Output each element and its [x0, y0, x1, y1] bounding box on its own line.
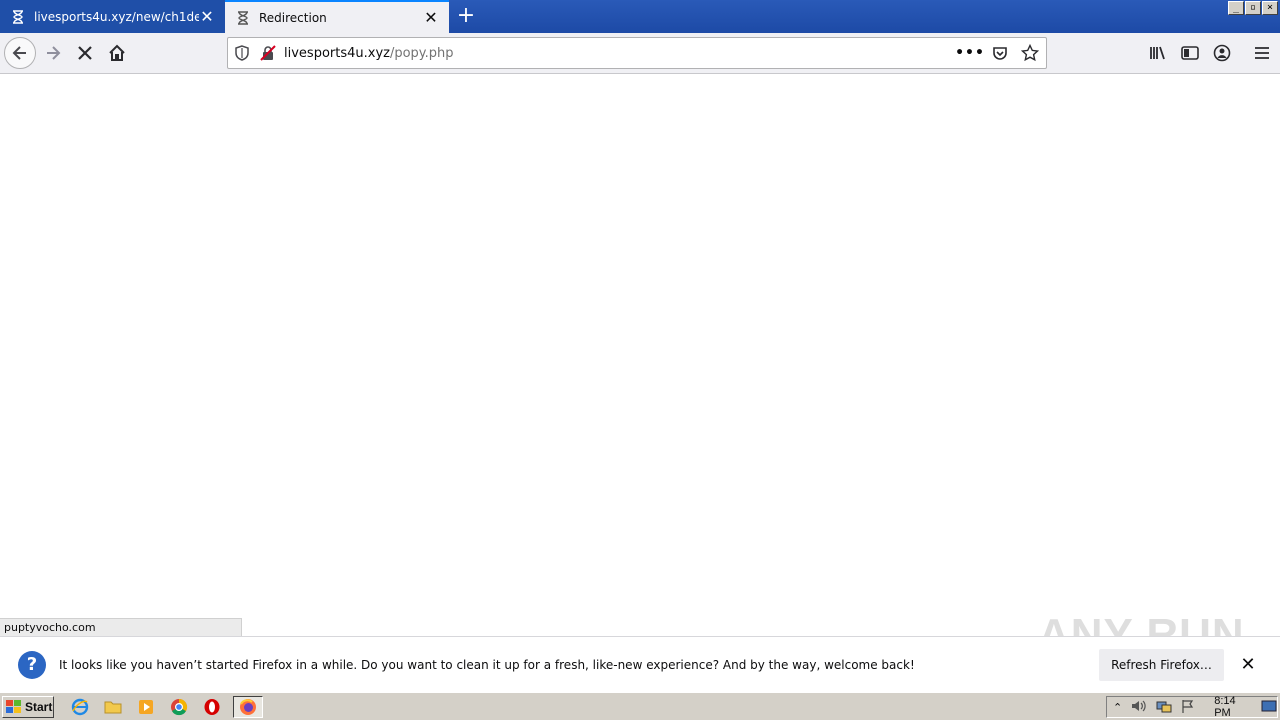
insecure-lock-icon[interactable] [258, 43, 278, 63]
ie-icon[interactable] [68, 696, 92, 718]
restore-button[interactable]: ▫ [1245, 1, 1261, 15]
tab-livesports[interactable]: livesports4u.xyz/new/ch1de.php ✕ [0, 0, 225, 33]
window-controls: _ ▫ × [1228, 1, 1278, 15]
network-icon[interactable] [1156, 699, 1172, 716]
page-content [0, 74, 1280, 636]
url-host: livesports4u.xyz [284, 45, 390, 61]
stop-icon [78, 46, 92, 60]
show-desktop-icon[interactable] [1261, 699, 1277, 716]
refresh-notification-bar: ? It looks like you haven’t started Fire… [0, 636, 1280, 692]
bookmark-star-icon[interactable] [1020, 43, 1040, 63]
url-path: /popy.php [389, 45, 454, 61]
url-actions: ••• [955, 38, 1040, 68]
nav-bar: livesports4u.xyz/popy.php ••• [0, 33, 1280, 74]
start-button[interactable]: Start [2, 696, 54, 718]
minimize-button[interactable]: _ [1228, 1, 1244, 15]
forward-button[interactable] [37, 37, 69, 69]
home-icon [109, 44, 125, 61]
hourglass-icon [10, 9, 26, 25]
hourglass-icon [235, 10, 251, 26]
back-button[interactable] [4, 37, 36, 69]
tab-redirection[interactable]: Redirection ✕ [225, 0, 449, 33]
arrow-right-icon [47, 46, 61, 60]
notification-message: It looks like you haven’t started Firefo… [59, 657, 915, 672]
sidebar-icon[interactable] [1180, 43, 1200, 63]
toolbar-right [1148, 33, 1272, 73]
url-bar[interactable]: livesports4u.xyz/popy.php ••• [227, 37, 1047, 69]
more-actions-icon[interactable]: ••• [955, 43, 984, 63]
tab-strip: livesports4u.xyz/new/ch1de.php ✕ Redirec… [0, 0, 1280, 33]
windows-logo-icon [6, 700, 21, 713]
chrome-icon[interactable] [167, 696, 191, 718]
hamburger-menu-icon[interactable] [1252, 43, 1272, 63]
new-tab-button[interactable]: + [453, 4, 479, 30]
quick-launch [68, 696, 263, 718]
shield-icon[interactable] [232, 43, 252, 63]
status-panel: puptyvocho.com [0, 618, 242, 636]
stop-button[interactable] [69, 37, 101, 69]
volume-icon[interactable] [1131, 699, 1147, 716]
explorer-folder-icon[interactable] [101, 696, 125, 718]
url-text: livesports4u.xyz/popy.php [284, 46, 454, 61]
start-label: Start [25, 700, 53, 714]
question-icon: ? [18, 650, 46, 679]
action-center-flag-icon[interactable] [1181, 699, 1195, 716]
taskbar: Start ⌃ 8:14 PM [0, 692, 1280, 720]
library-icon[interactable] [1148, 43, 1168, 63]
arrow-left-icon [12, 46, 26, 60]
pocket-icon[interactable] [990, 43, 1010, 63]
close-icon[interactable]: ✕ [1238, 655, 1258, 675]
home-button[interactable] [101, 37, 133, 69]
close-window-button[interactable]: × [1262, 1, 1278, 15]
clock: 8:14 PM [1214, 695, 1236, 719]
tab-label: livesports4u.xyz/new/ch1de.php [34, 9, 199, 24]
firefox-taskbar-icon[interactable] [233, 696, 263, 718]
system-tray: ⌃ 8:14 PM [1106, 695, 1278, 719]
refresh-firefox-button[interactable]: Refresh Firefox… [1099, 649, 1224, 681]
close-tab-icon[interactable]: ✕ [423, 9, 439, 26]
show-hidden-icons-icon[interactable]: ⌃ [1113, 701, 1122, 714]
media-player-icon[interactable] [134, 696, 158, 718]
account-icon[interactable] [1212, 43, 1232, 63]
tab-label: Redirection [259, 10, 327, 25]
opera-icon[interactable] [200, 696, 224, 718]
close-tab-icon[interactable]: ✕ [199, 8, 215, 25]
